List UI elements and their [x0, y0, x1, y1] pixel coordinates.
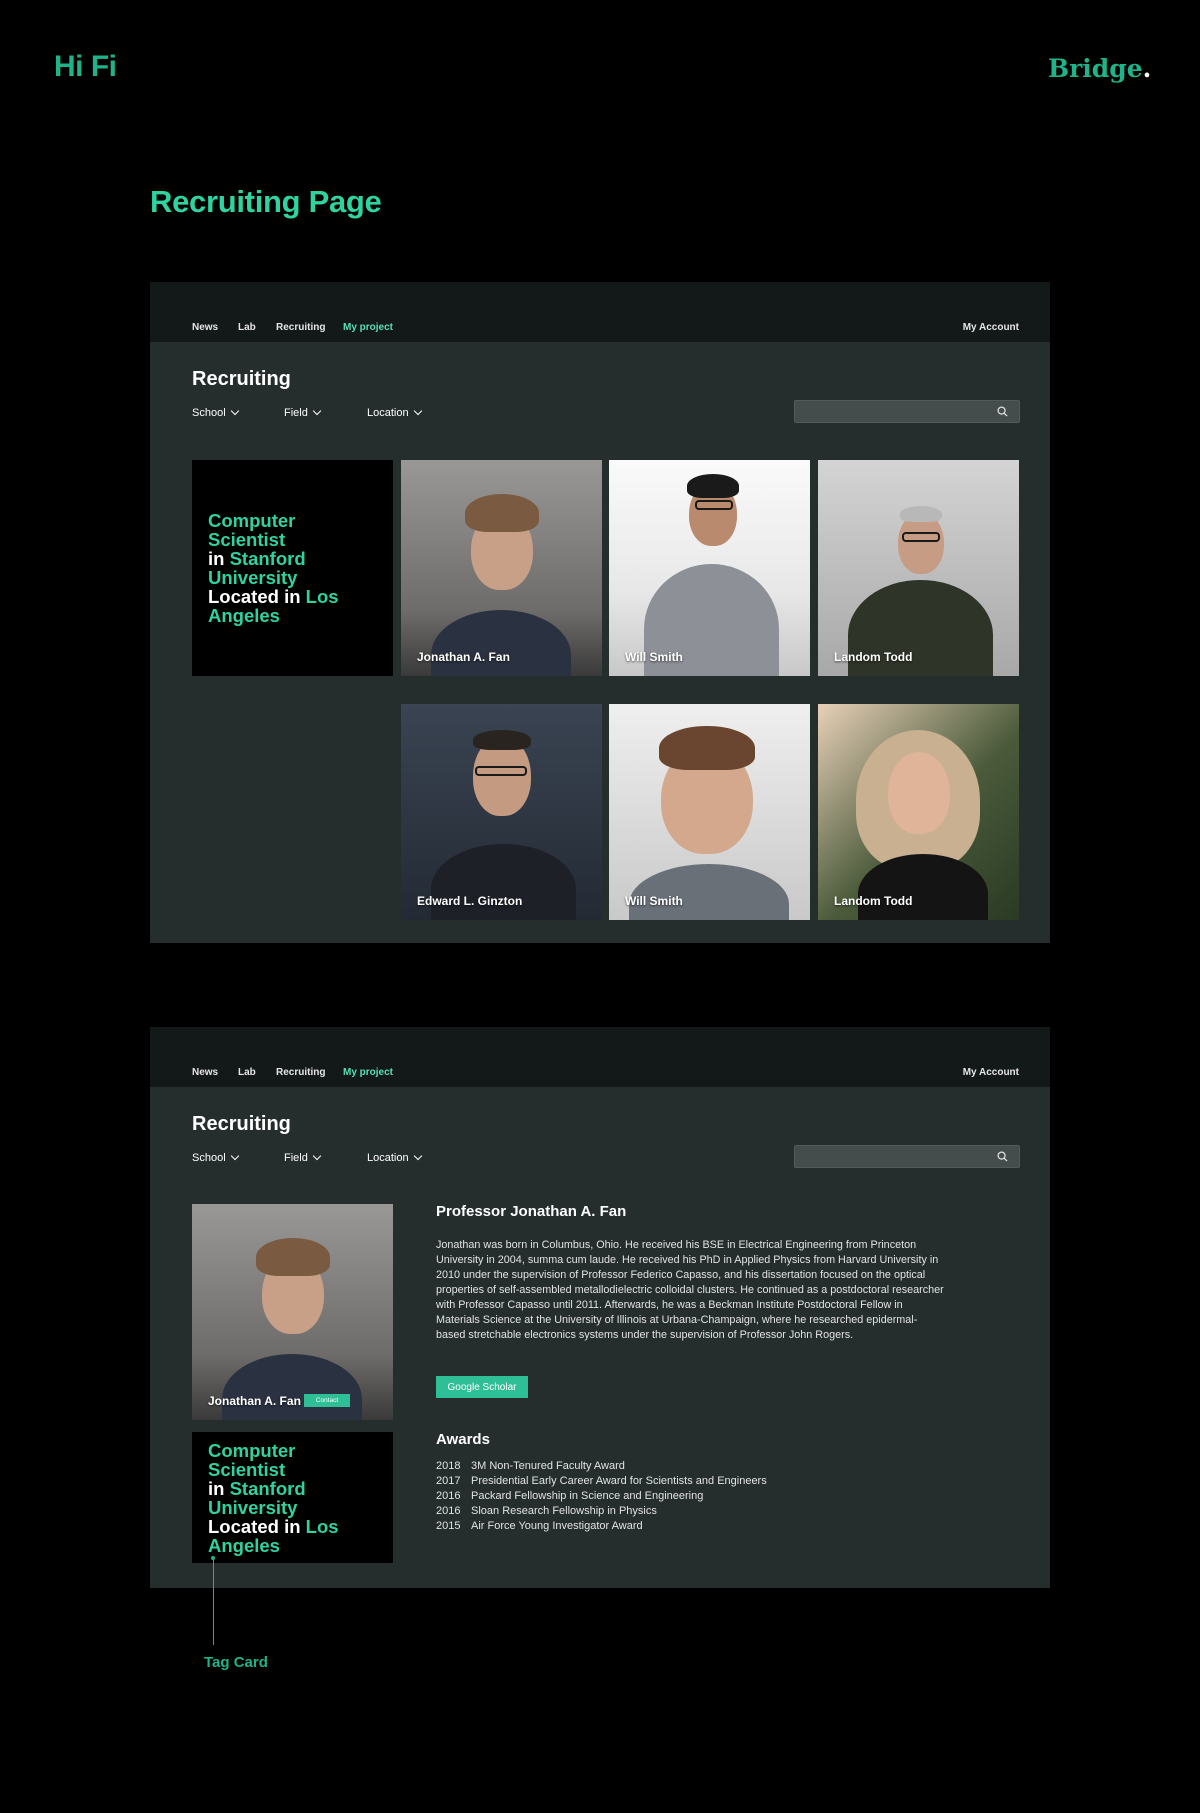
- award-title: 3M Non-Tenured Faculty Award: [471, 1460, 625, 1472]
- person-photo: [401, 704, 602, 920]
- nav-my-account[interactable]: My Account: [963, 322, 1019, 333]
- filter-school-label: School: [192, 407, 226, 419]
- person-name: Will Smith: [625, 894, 683, 908]
- page-title: Recruiting: [192, 368, 291, 390]
- award-year: 2015: [436, 1520, 461, 1532]
- tag-connector-located: Located in: [208, 1515, 301, 1537]
- search-icon[interactable]: [997, 406, 1008, 417]
- tag-connector-in: in: [208, 1477, 225, 1499]
- person-photo: [401, 460, 602, 676]
- person-card[interactable]: Landom Todd: [818, 460, 1019, 676]
- tag-connector-in: in: [208, 548, 225, 569]
- profile-detail-frame: News Lab Recruiting My project My Accoun…: [150, 1027, 1050, 1588]
- nav-lab[interactable]: Lab: [238, 322, 256, 333]
- nav-lab[interactable]: Lab: [238, 1067, 256, 1078]
- person-card[interactable]: Edward L. Ginzton: [401, 704, 602, 920]
- award-title: Packard Fellowship in Science and Engine…: [471, 1490, 704, 1502]
- chevron-down-icon: [413, 1151, 422, 1161]
- nav-recruiting[interactable]: Recruiting: [276, 322, 325, 333]
- hifi-logo: Hi Fi: [54, 50, 117, 83]
- award-item: 2015 Air Force Young Investigator Award: [436, 1519, 767, 1534]
- chevron-down-icon: [413, 406, 422, 416]
- chevron-down-icon: [312, 1151, 322, 1161]
- person-photo: [818, 704, 1019, 920]
- filter-school-label: School: [192, 1152, 226, 1164]
- person-card[interactable]: Will Smith: [609, 704, 810, 920]
- contact-button[interactable]: Contact: [304, 1394, 350, 1407]
- person-name: Jonathan A. Fan: [417, 650, 510, 664]
- tag-card-text: Computer Scientist in Stanford Universit…: [208, 511, 377, 625]
- profile-name: Jonathan A. Fan: [208, 1394, 301, 1408]
- annotation-label: Tag Card: [204, 1654, 268, 1671]
- tag-card[interactable]: Computer Scientist in Stanford Universit…: [192, 1432, 393, 1563]
- top-nav: News Lab Recruiting My project My Accoun…: [150, 1027, 1050, 1087]
- recruiting-grid-frame: News Lab Recruiting My project My Accoun…: [150, 282, 1050, 943]
- bridge-logo: Bridge.: [1048, 54, 1151, 83]
- awards-title: Awards: [436, 1431, 490, 1448]
- search-icon[interactable]: [997, 1151, 1008, 1162]
- tag-field: Computer Scientist: [208, 1439, 296, 1480]
- profile-card: Jonathan A. Fan Contact: [192, 1204, 393, 1420]
- tag-card[interactable]: Computer Scientist in Stanford Universit…: [192, 460, 393, 676]
- search-input[interactable]: [794, 1145, 1020, 1168]
- nav-recruiting[interactable]: Recruiting: [276, 1067, 325, 1078]
- person-name: Landom Todd: [834, 650, 913, 664]
- award-year: 2016: [436, 1490, 461, 1502]
- top-nav: News Lab Recruiting My project My Accoun…: [150, 282, 1050, 342]
- professor-name: Professor Jonathan A. Fan: [436, 1203, 627, 1220]
- professor-bio: Jonathan was born in Columbus, Ohio. He …: [436, 1239, 944, 1341]
- filter-location-label: Location: [367, 407, 409, 419]
- person-photo: [818, 460, 1019, 676]
- award-year: 2017: [436, 1475, 461, 1487]
- filter-field[interactable]: Field: [284, 1151, 322, 1164]
- nav-news[interactable]: News: [192, 322, 218, 333]
- person-name: Edward L. Ginzton: [417, 894, 523, 908]
- chevron-down-icon: [230, 1151, 239, 1161]
- chevron-down-icon: [230, 406, 239, 416]
- filter-field-label: Field: [284, 407, 308, 419]
- award-item: 2017 Presidential Early Career Award for …: [436, 1474, 767, 1489]
- award-title: Presidential Early Career Award for Scie…: [471, 1475, 767, 1487]
- chevron-down-icon: [312, 406, 322, 416]
- filter-location[interactable]: Location: [367, 1151, 422, 1164]
- award-item: 2018 3M Non-Tenured Faculty Award: [436, 1459, 767, 1474]
- bridge-logo-text: Bridge: [1048, 54, 1143, 83]
- award-title: Sloan Research Fellowship in Physics: [471, 1505, 657, 1517]
- search-input[interactable]: [794, 400, 1020, 423]
- person-name: Landom Todd: [834, 894, 913, 908]
- person-name: Will Smith: [625, 650, 683, 664]
- award-item: 2016 Sloan Research Fellowship in Physics: [436, 1504, 767, 1519]
- filter-school[interactable]: School: [192, 1151, 239, 1164]
- filter-location[interactable]: Location: [367, 406, 422, 419]
- person-photo: [609, 704, 810, 920]
- page-title: Recruiting: [192, 1113, 291, 1135]
- filter-school[interactable]: School: [192, 406, 239, 419]
- filter-field[interactable]: Field: [284, 406, 322, 419]
- award-year: 2018: [436, 1460, 461, 1472]
- award-item: 2016 Packard Fellowship in Science and En…: [436, 1489, 767, 1504]
- google-scholar-button[interactable]: Google Scholar: [436, 1376, 528, 1398]
- section-title: Recruiting Page: [150, 184, 382, 219]
- tag-connector-located: Located in: [208, 586, 301, 607]
- tag-card-text: Computer Scientist in Stanford Universit…: [208, 1441, 377, 1555]
- profile-photo: [192, 1204, 393, 1420]
- nav-my-project[interactable]: My project: [343, 322, 393, 333]
- person-card[interactable]: Jonathan A. Fan: [401, 460, 602, 676]
- bridge-logo-dot: .: [1142, 54, 1152, 83]
- person-card[interactable]: Landom Todd: [818, 704, 1019, 920]
- awards-list: 2018 3M Non-Tenured Faculty Award 2017 Pre…: [436, 1459, 767, 1534]
- annotation-line: [213, 1559, 214, 1645]
- nav-news[interactable]: News: [192, 1067, 218, 1078]
- nav-my-project[interactable]: My project: [343, 1067, 393, 1078]
- filter-location-label: Location: [367, 1152, 409, 1164]
- nav-my-account[interactable]: My Account: [963, 1067, 1019, 1078]
- person-photo: [609, 460, 810, 676]
- award-title: Air Force Young Investigator Award: [471, 1520, 643, 1532]
- tag-field: Computer Scientist: [208, 510, 296, 550]
- person-card[interactable]: Will Smith: [609, 460, 810, 676]
- award-year: 2016: [436, 1505, 461, 1517]
- filter-field-label: Field: [284, 1152, 308, 1164]
